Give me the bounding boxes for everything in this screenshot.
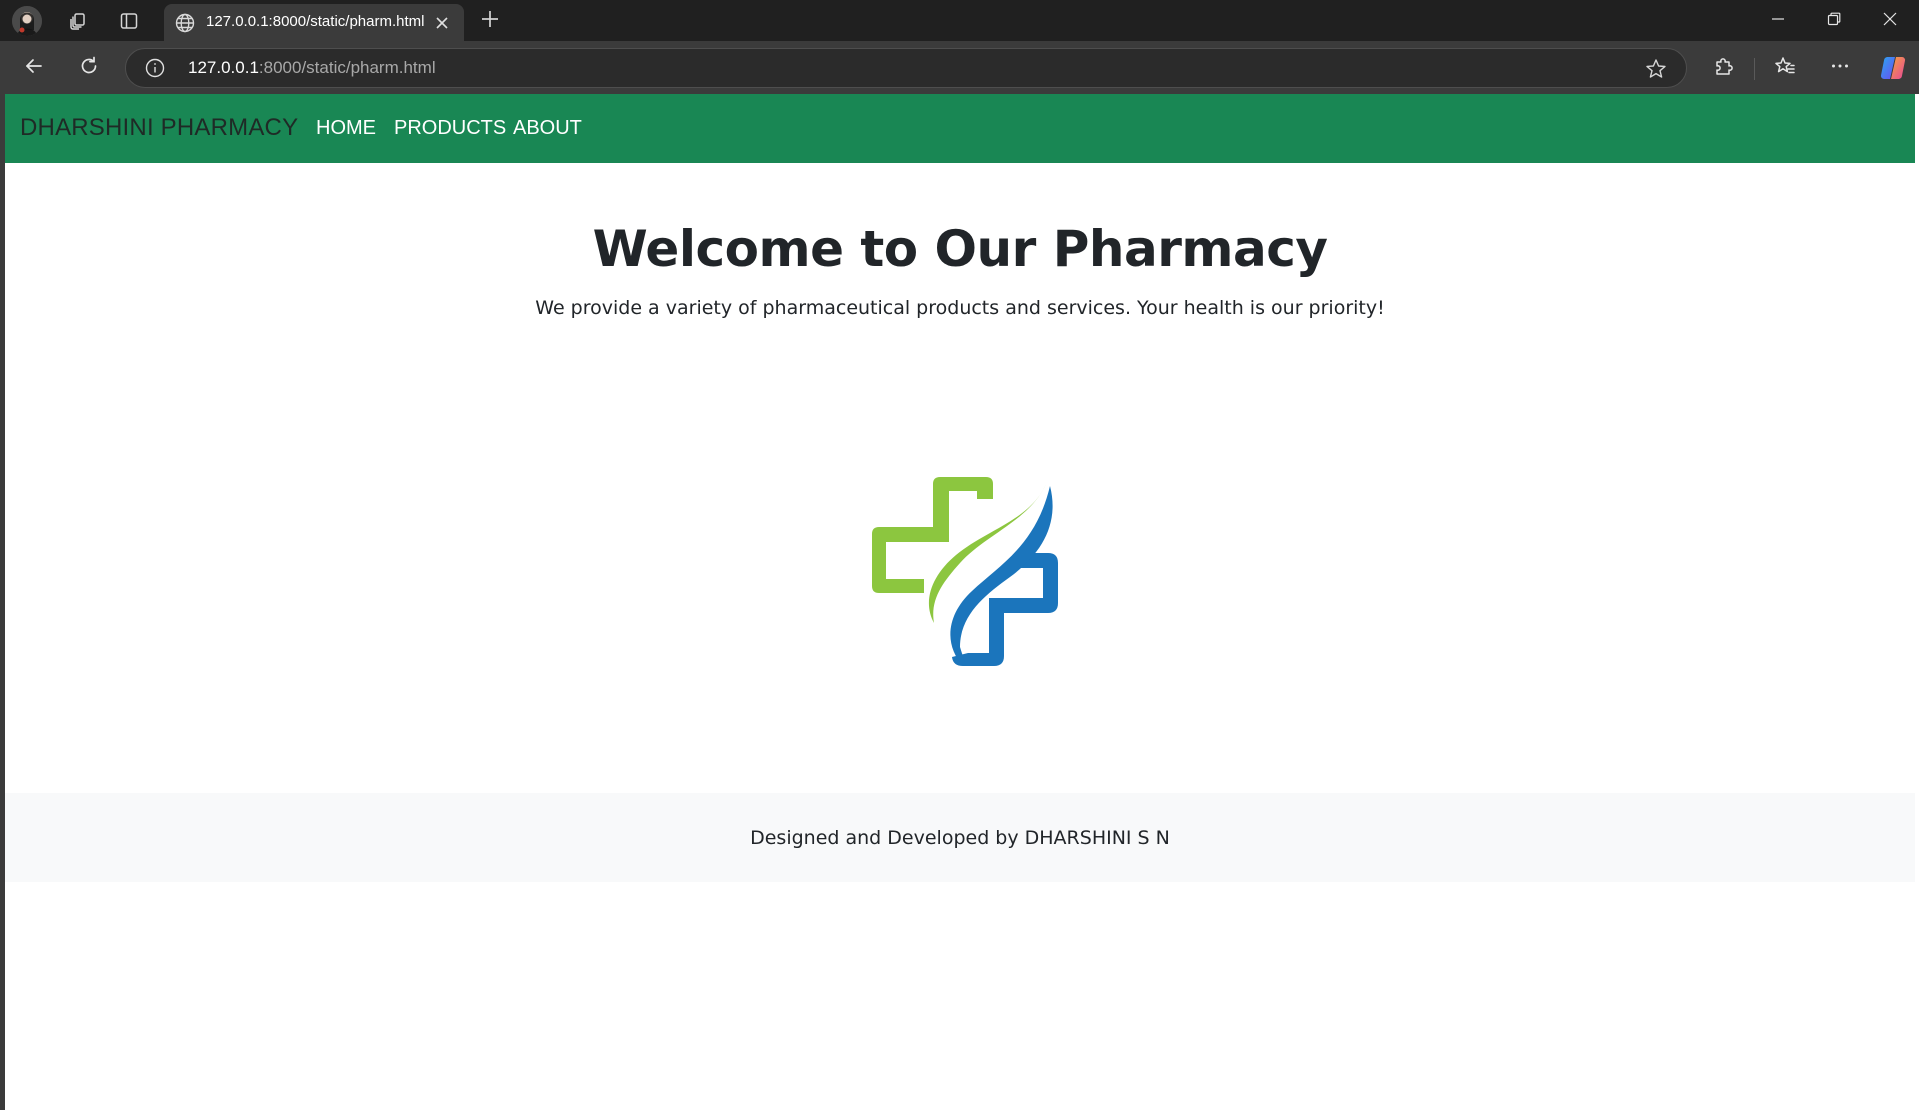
medical-cross-logo <box>860 465 1070 675</box>
footer-credit: Designed and Developed by DHARSHINI S N <box>750 827 1170 849</box>
navbar: DHARSHINI PHARMACY HOME PRODUCTS ABOUT <box>5 94 1915 163</box>
copilot-icon[interactable] <box>1878 53 1908 83</box>
close-icon <box>1883 11 1897 30</box>
plus-icon <box>481 10 499 32</box>
refresh-button[interactable] <box>71 50 107 86</box>
url-text[interactable]: 127.0.0.1:8000/static/pharm.html <box>188 58 436 78</box>
nav-link-about[interactable]: ABOUT <box>513 117 582 140</box>
url-host: 127.0.0.1 <box>188 58 259 77</box>
refresh-icon <box>79 56 99 80</box>
restore-icon <box>1827 11 1841 30</box>
page-viewport: DHARSHINI PHARMACY HOME PRODUCTS ABOUT W… <box>5 94 1919 1110</box>
favorites-icon <box>1774 55 1796 81</box>
nav-link-products[interactable]: PRODUCTS <box>394 117 506 140</box>
minimize-icon <box>1771 11 1785 30</box>
page-title: Welcome to Our Pharmacy <box>592 220 1328 278</box>
close-icon[interactable] <box>430 11 454 35</box>
minimize-button[interactable] <box>1750 0 1806 41</box>
address-bar[interactable]: 127.0.0.1:8000/static/pharm.html <box>125 48 1687 88</box>
globe-icon <box>174 12 196 34</box>
more-icon <box>1830 56 1850 80</box>
nav-link-home[interactable]: HOME <box>316 117 376 140</box>
active-tab[interactable]: 127.0.0.1:8000/static/pharm.html <box>164 4 464 41</box>
workspaces-icon[interactable] <box>62 6 94 36</box>
restore-button[interactable] <box>1806 0 1862 41</box>
settings-menu-button[interactable] <box>1822 50 1858 86</box>
extensions-button[interactable] <box>1706 50 1742 86</box>
favorites-button[interactable] <box>1767 50 1803 86</box>
close-window-button[interactable] <box>1862 0 1918 41</box>
back-arrow-icon <box>24 56 44 80</box>
back-button[interactable] <box>16 50 52 86</box>
star-icon[interactable] <box>1644 57 1668 81</box>
new-tab-button[interactable] <box>474 6 506 36</box>
page-subtitle: We provide a variety of pharmaceutical p… <box>535 297 1385 319</box>
footer: Designed and Developed by DHARSHINI S N <box>5 793 1915 882</box>
info-icon[interactable] <box>144 57 166 79</box>
toolbar-divider <box>1754 58 1755 80</box>
tab-actions-icon[interactable] <box>113 6 145 36</box>
browser-toolbar: 127.0.0.1:8000/static/pharm.html <box>0 41 1919 94</box>
tab-title: 127.0.0.1:8000/static/pharm.html <box>206 13 425 30</box>
profile-avatar[interactable] <box>12 6 42 36</box>
browser-tab-strip: 127.0.0.1:8000/static/pharm.html <box>0 0 1919 41</box>
puzzle-icon <box>1713 55 1735 81</box>
url-path: :8000/static/pharm.html <box>258 58 436 77</box>
navbar-brand[interactable]: DHARSHINI PHARMACY <box>20 114 298 142</box>
